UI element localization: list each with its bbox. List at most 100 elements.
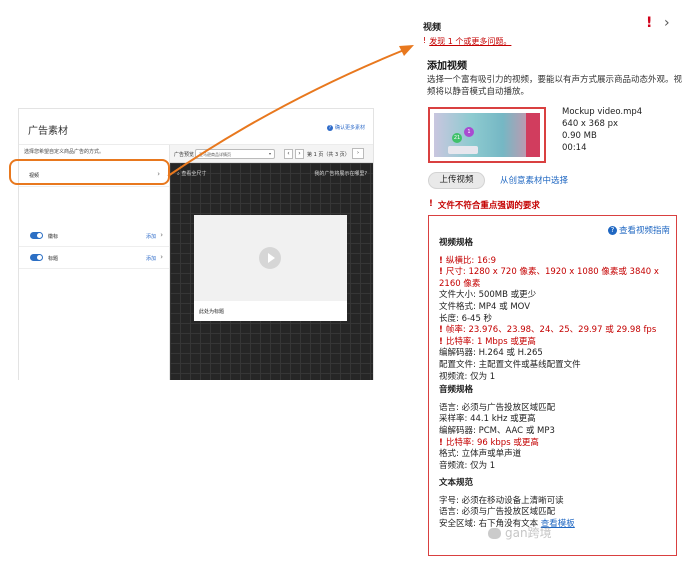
file-meta: Mockup video.mp4 640 x 368 px 0.90 MB 00… xyxy=(562,106,642,154)
spec-dimensions-text: 尺寸: 1280 x 720 像素、1920 x 1080 像素或 3840 x… xyxy=(439,267,659,289)
error-icon: ! xyxy=(429,199,433,209)
spec-dimensions: ! 尺寸: 1280 x 720 像素、1920 x 1080 像素或 3840 … xyxy=(439,267,675,290)
alert-icon: ! xyxy=(423,36,427,45)
panel-title: 视频 xyxy=(423,23,442,33)
headline-caption: 此处为标题 xyxy=(199,309,225,315)
next-arrow-button[interactable]: › xyxy=(352,148,364,159)
alert-icon: ! xyxy=(439,325,443,336)
mini-title: 广告素材 xyxy=(28,126,68,137)
section-description: 选择一个富有吸引力的视频，要能以有声方式展示商品动态外观。视频将以静音模式自动播… xyxy=(427,75,683,97)
section-title: 添加视频 xyxy=(427,61,467,72)
spec-audio-codec: 编解码器: PCM、AAC 或 MP3 xyxy=(439,425,555,436)
spec-bitrate: ! 比特率: 1 Mbps 或更高 xyxy=(439,337,675,349)
add-logo-link[interactable]: 添加 xyxy=(146,233,156,240)
next-page-button[interactable]: › xyxy=(295,149,304,159)
alert-icon: ! xyxy=(439,437,443,448)
mini-header: 广告素材 ? 确认更多素材 xyxy=(19,109,373,145)
where-ad-shows-link[interactable]: 我的广告将展示在哪里? xyxy=(314,170,367,177)
spec-fps-text: 帧率: 23.976、23.98、24、25、29.97 或 29.98 fps xyxy=(445,325,657,336)
spec-list: 视频规格 ! 纵横比: 16:9 ! 尺寸: 1280 x 720 像素、1920 … xyxy=(439,236,675,531)
mini-preview-canvas: ⌕ 查看全尺寸 我的广告将展示在哪里? 此处为标题 xyxy=(170,163,373,380)
spec-language: 语言: 必须与广告投放区域匹配 xyxy=(439,402,556,413)
preview-label: 广告预览 xyxy=(174,152,195,158)
ad-creative-editor-screenshot: 广告素材 ? 确认更多素材 选择您希望自定义商品广告的方式。 视频 › 徽标 添… xyxy=(18,108,374,380)
chevron-right-icon[interactable]: › xyxy=(664,15,670,31)
error-message: ! 文件不符合重点强调的要求 xyxy=(429,199,540,211)
spec-caption: 字号: 必须在移动设备上清晰可读 xyxy=(439,495,564,506)
mini-subtitle: 选择您希望自定义商品广告的方式。 xyxy=(24,149,105,155)
upload-video-button[interactable]: 上传视频 xyxy=(428,172,485,189)
watermark: gan跨境 xyxy=(488,524,552,541)
product-shape xyxy=(448,146,478,154)
alert-icon: ! xyxy=(439,267,443,278)
play-icon[interactable] xyxy=(259,247,281,269)
spec-length: 长度: 6-45 秒 xyxy=(439,313,493,324)
spec-format: 文件格式: MP4 或 MOV xyxy=(439,301,531,312)
spec-heading-audio: 音频规格 xyxy=(439,385,474,396)
dot-icon: 21 xyxy=(452,133,462,143)
mini-row-logo[interactable]: 徽标 添加 › xyxy=(19,225,169,247)
ad-preview-card: 此处为标题 xyxy=(194,215,347,321)
video-thumbnail[interactable]: 21 1 xyxy=(428,107,546,163)
file-size: 0.90 MB xyxy=(562,131,597,141)
issue-text[interactable]: 发现 1 个或更多问题。 xyxy=(429,36,511,47)
file-dimensions: 640 x 368 px xyxy=(562,119,619,129)
help-icon: ? xyxy=(326,124,333,131)
watermark-text: gan跨境 xyxy=(505,526,552,540)
spec-heading-text: 文本规范 xyxy=(439,478,474,489)
logo-toggle[interactable] xyxy=(30,232,43,239)
help-icon: ? xyxy=(607,225,617,235)
dot-icon: 1 xyxy=(464,127,474,137)
chevron-right-icon: › xyxy=(160,253,163,261)
video-frame-image: 21 1 xyxy=(434,113,540,157)
mini-help-link[interactable]: ? 确认更多素材 xyxy=(326,124,365,131)
add-headline-link[interactable]: 添加 xyxy=(146,255,156,262)
mini-preview-toolbar: 广告预览 亚马逊商品详情页 ▾ ‹ › 第 1 页（共 3 页） › xyxy=(170,145,373,163)
mini-row-headline-label: 标题 xyxy=(48,256,59,262)
page-indicator: 第 1 页（共 3 页） xyxy=(307,152,350,158)
alert-icon: ! xyxy=(439,336,443,347)
issue-banner: ! 发现 1 个或更多问题。 xyxy=(423,36,511,47)
spec-sample-rate: 采样率: 44.1 kHz 或更高 xyxy=(439,414,536,425)
spec-safe-zone: 安全区域: 右下角没有文本 查看模板 xyxy=(439,519,675,531)
video-placeholder xyxy=(194,215,347,301)
video-guide-link[interactable]: ? 查看视频指南 xyxy=(607,224,670,236)
spec-profile: 配置文件: 主配置文件或基线配置文件 xyxy=(439,359,581,370)
placement-select[interactable]: 亚马逊商品详情页 ▾ xyxy=(195,149,275,159)
mini-row-headline[interactable]: 标题 添加 › xyxy=(19,247,169,269)
view-full-size-link[interactable]: ⌕ 查看全尺寸 xyxy=(177,170,206,177)
spec-heading-video: 视频规格 xyxy=(439,238,474,248)
spec-audio-bitrate: ! 比特率: 96 kbps 或更高 xyxy=(439,438,675,450)
mini-row-logo-label: 徽标 xyxy=(48,234,59,240)
spec-bitrate-text: 比特率: 1 Mbps 或更高 xyxy=(445,336,536,347)
warning-icon: ! xyxy=(646,15,653,31)
spec-text-language: 语言: 必须与广告投放区域匹配 xyxy=(439,507,556,518)
mini-help-label: 确认更多素材 xyxy=(334,125,365,131)
chevron-down-icon: ▾ xyxy=(268,151,271,156)
alert-icon: ! xyxy=(439,255,443,266)
spec-audio-bitrate-text: 比特率: 96 kbps 或更高 xyxy=(445,437,539,448)
spec-aspect-text: 纵横比: 16:9 xyxy=(445,255,497,266)
chevron-right-icon: › xyxy=(160,231,163,239)
side-strip xyxy=(526,113,540,157)
view-full-size-label: 查看全尺寸 xyxy=(181,171,207,177)
select-from-library-link[interactable]: 从创意素材中选择 xyxy=(500,174,568,186)
file-name: Mockup video.mp4 xyxy=(562,107,643,117)
headline-toggle[interactable] xyxy=(30,254,43,261)
error-text: 文件不符合重点强调的要求 xyxy=(437,201,540,211)
spec-audio-format: 格式: 立体声或单声道 xyxy=(439,449,522,460)
file-duration: 00:14 xyxy=(562,143,587,153)
spec-audio-stream: 音频流: 仅为 1 xyxy=(439,460,496,471)
spec-box: ? 查看视频指南 视频规格 ! 纵横比: 16:9 ! 尺寸: 1280 x 720… xyxy=(428,215,677,556)
video-guide-label: 查看视频指南 xyxy=(618,226,670,236)
spec-aspect: ! 纵横比: 16:9 xyxy=(439,256,675,268)
prev-page-button[interactable]: ‹ xyxy=(284,149,293,159)
spec-file-size: 文件大小: 500MB 或更少 xyxy=(439,290,537,301)
spec-codec: 编解码器: H.264 或 H.265 xyxy=(439,348,543,359)
chat-bubble-icon xyxy=(488,528,501,539)
video-row-highlight xyxy=(9,159,170,185)
spec-fps: ! 帧率: 23.976、23.98、24、25、29.97 或 29.98 fp… xyxy=(439,325,675,337)
mini-preview-area: 广告预览 亚马逊商品详情页 ▾ ‹ › 第 1 页（共 3 页） › ⌕ 查看全… xyxy=(170,145,373,380)
placement-select-value: 亚马逊商品详情页 xyxy=(199,152,231,157)
spec-stream: 视频流: 仅为 1 xyxy=(439,371,496,382)
